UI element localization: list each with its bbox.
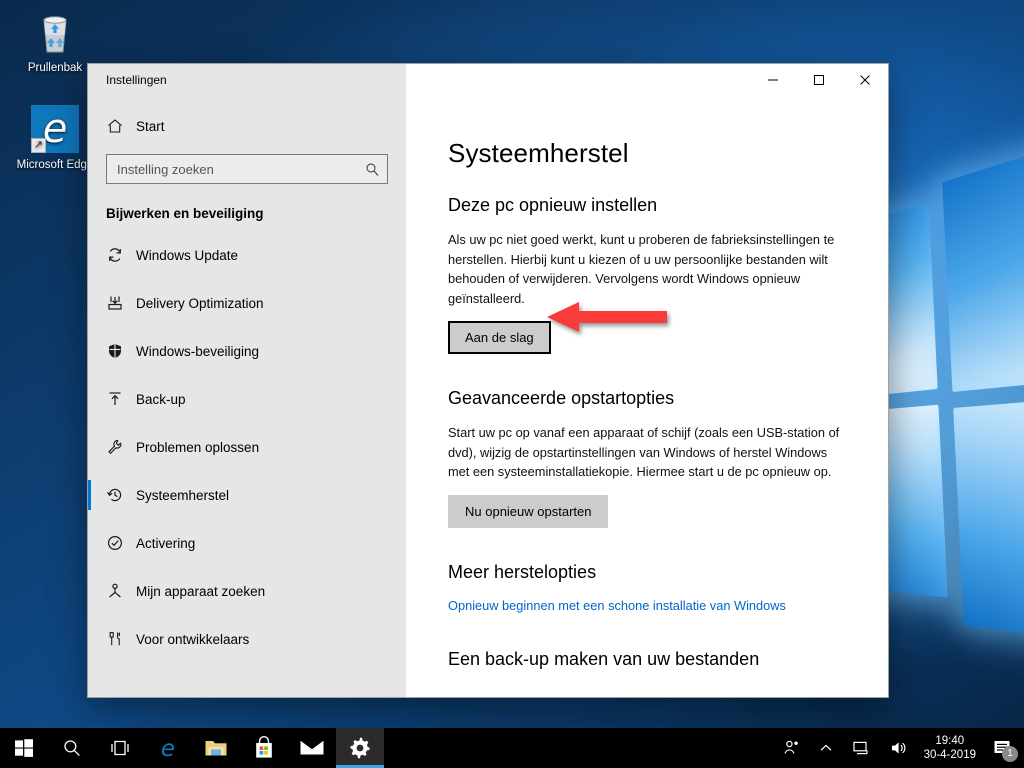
page-title: Systeemherstel: [448, 138, 629, 168]
gear-icon: [350, 737, 370, 759]
notification-badge: 1: [1002, 746, 1018, 762]
upload-arrow-icon: [106, 390, 136, 408]
sidebar-item-label: Windows Update: [136, 247, 239, 263]
sidebar-item-label: Delivery Optimization: [136, 295, 264, 311]
people-icon[interactable]: [774, 728, 810, 768]
settings-button[interactable]: [336, 728, 384, 768]
windows-logo-icon: [15, 739, 33, 757]
network-icon[interactable]: [842, 728, 880, 768]
sidebar-item-label: Start: [136, 118, 165, 134]
settings-window[interactable]: Instellingen Start Instelling zoeken Bij…: [88, 64, 888, 697]
settings-content: Systeemherstel Deze pc opnieuw instellen…: [406, 96, 888, 697]
desktop-icon-label: Prullenbak: [27, 62, 83, 74]
refresh-icon: [106, 246, 136, 264]
search-icon: [64, 740, 80, 757]
start-button[interactable]: [0, 728, 48, 768]
section-body: Als uw pc niet goed werkt, kunt u prober…: [448, 232, 835, 306]
sidebar-item-windows-security[interactable]: Windows-beveiliging: [88, 327, 406, 375]
minimize-icon: [768, 79, 778, 81]
tools-icon: [106, 630, 136, 648]
folder-icon: [205, 741, 227, 756]
fresh-start-link[interactable]: Opnieuw beginnen met een schone installa…: [448, 598, 786, 613]
sidebar-item-activering[interactable]: Activering: [88, 519, 406, 567]
svg-text:e: e: [161, 736, 175, 761]
maximize-button[interactable]: [796, 64, 842, 96]
search-input[interactable]: [117, 161, 363, 177]
sidebar-item-backup[interactable]: Back-up: [88, 375, 406, 423]
download-box-icon: [106, 294, 136, 312]
close-icon: [860, 75, 870, 85]
taskbar-clock[interactable]: 19:40 30-4-2019: [918, 734, 986, 762]
desktop-icon-microsoft-edge[interactable]: e ↗ Microsoft Edge: [12, 105, 98, 172]
restart-now-button[interactable]: Nu opnieuw opstarten: [448, 494, 609, 528]
task-view-button[interactable]: [96, 728, 144, 768]
history-icon: [106, 486, 136, 504]
close-button[interactable]: [842, 64, 888, 96]
titlebar-spacer: [406, 64, 750, 96]
store-icon: [256, 736, 272, 758]
settings-sidebar[interactable]: Start Bijwerken en beveiliging: [88, 96, 406, 697]
mail-icon: [300, 741, 324, 755]
sidebar-item-label: Windows-beveiliging: [136, 343, 260, 359]
sidebar-item-label: Back-up: [136, 391, 186, 407]
taskbar[interactable]: e 19:40 30-4-2019 1: [0, 728, 1024, 768]
check-circle-icon: [106, 534, 136, 552]
minimize-button[interactable]: [750, 64, 796, 96]
section-reset-pc: Deze pc opnieuw instellen Als uw pc niet…: [448, 195, 848, 354]
section-heading: Geavanceerde opstartopties: [448, 388, 675, 408]
sidebar-item-find-my-device[interactable]: Mijn apparaat zoeken: [88, 567, 406, 615]
section-heading: Meer herstelopties: [448, 561, 597, 582]
sidebar-item-label: Voor ontwikkelaars: [136, 631, 250, 647]
edge-button[interactable]: e: [144, 728, 192, 768]
desktop-icon-recycle-bin[interactable]: Prullenbak: [12, 8, 98, 75]
sidebar-item-delivery-optimization[interactable]: Delivery Optimization: [88, 279, 406, 327]
desktop[interactable]: Prullenbak e ↗ Microsoft Edge Instelling…: [0, 0, 1024, 768]
sidebar-item-troubleshoot[interactable]: Problemen oplossen: [88, 423, 406, 471]
edge-icon: e ↗: [31, 105, 79, 153]
task-view-icon: [111, 740, 129, 756]
maximize-icon: [814, 75, 824, 85]
file-explorer-button[interactable]: [192, 728, 240, 768]
clock-date: 30-4-2019: [923, 749, 976, 761]
sidebar-item-label: Problemen oplossen: [136, 439, 260, 455]
section-heading: Een back-up maken van uw bestanden: [448, 648, 760, 669]
desktop-icon-label: Microsoft Edge: [16, 159, 94, 171]
window-title: Instellingen: [88, 64, 406, 96]
sidebar-category-title: Bijwerken en beveiliging: [106, 206, 264, 221]
window-titlebar[interactable]: Instellingen: [88, 64, 888, 96]
sidebar-item-label: Mijn apparaat zoeken: [136, 583, 266, 599]
home-icon: [106, 117, 136, 135]
search-button[interactable]: [48, 728, 96, 768]
mail-button[interactable]: [288, 728, 336, 768]
locate-icon: [106, 582, 136, 600]
action-center-button[interactable]: 1: [986, 728, 1024, 768]
sidebar-item-label: Activering: [136, 535, 196, 551]
recycle-bin-icon: [31, 8, 79, 56]
edge-icon: e: [161, 736, 175, 761]
section-more-recovery-options: Meer herstelopties Opnieuw beginnen met …: [448, 562, 848, 615]
sidebar-item-for-developers[interactable]: Voor ontwikkelaars: [88, 615, 406, 663]
clock-time: 19:40: [935, 735, 965, 747]
wrench-icon: [106, 438, 136, 456]
chevron-up-icon[interactable]: [810, 728, 842, 768]
shield-icon: [106, 342, 136, 360]
section-advanced-startup: Geavanceerde opstartopties Start uw pc o…: [448, 388, 848, 528]
shortcut-overlay-icon: ↗: [31, 138, 46, 153]
volume-icon[interactable]: [880, 728, 918, 768]
sidebar-item-windows-update[interactable]: Windows Update: [88, 231, 406, 279]
get-started-button[interactable]: Aan de slag: [448, 321, 551, 354]
section-heading: Deze pc opnieuw instellen: [448, 195, 658, 215]
system-tray[interactable]: 19:40 30-4-2019 1: [774, 728, 1024, 768]
sidebar-item-label: Systeemherstel: [136, 487, 230, 503]
section-body: Start uw pc op vanaf een apparaat of sch…: [448, 425, 840, 479]
sidebar-item-systeemherstel[interactable]: Systeemherstel: [88, 471, 406, 519]
microsoft-store-button[interactable]: [240, 728, 288, 768]
search-icon[interactable]: [363, 162, 381, 176]
sidebar-item-home[interactable]: Start: [88, 102, 406, 150]
section-backup-files: Een back-up maken van uw bestanden: [448, 649, 848, 670]
sidebar-search[interactable]: [88, 150, 406, 184]
